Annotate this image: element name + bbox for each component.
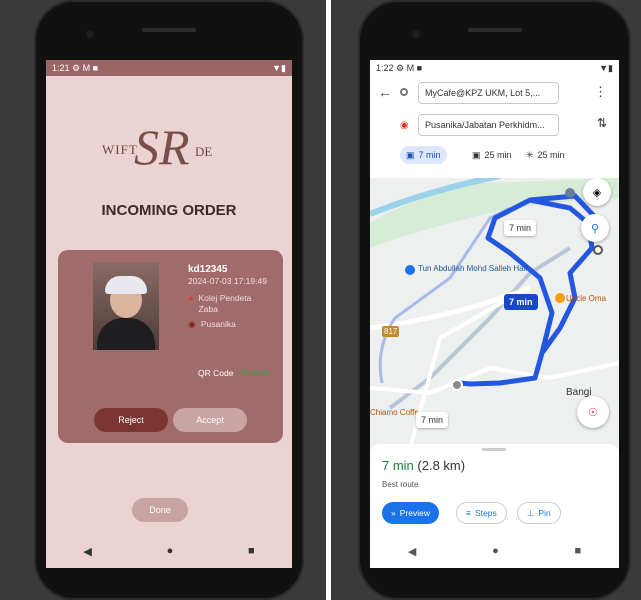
nav-back-icon[interactable]: ◀ [83,545,91,558]
map-label-cafe: Chiamo Coffe [370,408,419,417]
right-panel: 1:22 ⚙ M ■ ▼▮ ← ◉ MyCafe@KPZ UKM, Lot 5,… [331,0,641,600]
system-nav-bar: ◀ ● ■ [46,534,292,568]
dropoff-text: Pusanika [200,319,236,329]
status-signal-icons: ▼▮ [599,62,613,73]
layers-button[interactable]: ◈ [583,178,611,206]
customer-info: kd12345 2024-07-03 17:19:49 [188,264,267,286]
dropoff-location: ◉ Pusanika [188,319,236,330]
screenshot-composite: 1:21 ⚙ M ■ ▼▮ WIFT SR DE INCOMING ORDER … [0,0,641,600]
directions-header: ← ◉ MyCafe@KPZ UKM, Lot 5,... Pusanika/J… [370,76,619,178]
preview-button[interactable]: » Preview [382,502,439,524]
mode-car-label: 7 min [418,150,441,160]
mode-walk-label: 25 min [537,150,565,160]
logo-mark: SR [134,119,190,175]
compass-icon: ☉ [588,406,598,419]
left-panel: 1:21 ⚙ M ■ ▼▮ WIFT SR DE INCOMING ORDER … [0,0,326,600]
nav-back-icon[interactable]: ◀ [408,545,416,558]
order-screen: 1:21 ⚙ M ■ ▼▮ WIFT SR DE INCOMING ORDER … [46,60,292,568]
payment-amount: +RM3.00 [235,368,271,378]
list-icon: ≡ [466,508,471,518]
mode-walk-tab[interactable]: ✳ 25 min [520,146,571,164]
nav-home-icon[interactable]: ● [167,545,174,557]
order-timestamp: 2024-07-03 17:19:49 [188,276,267,286]
car-icon: ▣ [406,149,415,160]
nav-home-icon[interactable]: ● [492,545,499,557]
drag-handle[interactable] [482,448,506,451]
status-bar: 1:21 ⚙ M ■ ▼▮ [46,60,292,76]
status-notification-icons: ⚙ M ■ [396,62,423,73]
destination-input[interactable]: Pusanika/Jabatan Perkhidm... [418,114,559,136]
preview-icon: » [391,508,396,518]
origin-dot-icon [400,88,408,96]
map-label-hall: Tun Abdullah Mohd Salleh Hall [418,264,528,273]
layers-icon: ◈ [592,186,602,199]
camera [86,30,94,38]
customer-avatar [93,262,159,350]
eta-distance: (2.8 km) [417,458,466,473]
pin-label: Pin [538,508,551,518]
pickup-location: ● Kolej Pendeta Zaba [188,293,254,315]
back-arrow-icon[interactable]: ← [378,84,392,100]
best-route-label: Best route [382,480,419,489]
customer-username: kd12345 [188,264,228,275]
status-bar: 1:22 ⚙ M ■ ▼▮ [370,60,619,76]
origin-input[interactable]: MyCafe@KPZ UKM, Lot 5,... [418,82,559,104]
status-time: 1:22 [376,63,394,73]
more-options-icon[interactable]: ⋮ [594,84,607,100]
destination-pin-icon: ◉ [188,319,196,329]
mode-motorbike-tab[interactable]: ▣ 25 min [466,146,518,164]
alt-route-badge[interactable]: 7 min [416,412,449,428]
qr-payment: QR Code +RM3.00 [198,368,271,378]
pin-icon: ⊥ [527,507,535,518]
pin-button[interactable]: ⊥ Pin [517,502,561,524]
selected-route-badge[interactable]: 7 min [504,294,538,310]
steps-label: Steps [474,508,497,518]
status-time: 1:21 [52,63,70,73]
done-button[interactable]: Done [132,498,188,522]
location-pin-icon: ● [188,293,194,303]
speaker [142,28,196,32]
reject-button[interactable]: Reject [94,408,168,432]
steps-button[interactable]: ≡ Steps [456,502,507,524]
pickup-text: Kolej Pendeta Zaba [198,293,252,314]
search-button[interactable]: ⚲ [581,214,609,242]
camera [412,30,420,38]
search-icon: ⚲ [590,222,600,235]
map-label-restaurant: Uncle Oma [566,294,607,303]
status-notification-icons: ⚙ M ■ [72,62,99,73]
preview-label: Preview [399,508,430,518]
speaker [468,28,522,32]
eta-time: 7 min [382,458,414,473]
page-title: INCOMING ORDER [101,202,237,219]
recenter-button[interactable]: ☉ [577,396,609,428]
status-signal-icons: ▼▮ [272,62,286,73]
motorbike-icon: ▣ [472,149,481,160]
right-phone-frame: 1:22 ⚙ M ■ ▼▮ ← ◉ MyCafe@KPZ UKM, Lot 5,… [358,0,631,600]
walk-icon: ✳ [526,149,534,160]
qr-label: QR Code [198,368,234,378]
destination-pin-icon: ◉ [400,120,409,131]
logo-text-right: DE [195,144,213,159]
accept-button[interactable]: Accept [173,408,247,432]
route-time-badge[interactable]: 7 min [504,220,537,236]
mode-car-tab[interactable]: ▣ 7 min [400,146,447,164]
system-nav-bar: ◀ ● ■ [370,534,619,568]
mode-motorbike-label: 25 min [484,150,512,160]
nav-recent-icon[interactable]: ■ [248,545,255,557]
left-phone-frame: 1:21 ⚙ M ■ ▼▮ WIFT SR DE INCOMING ORDER … [34,0,304,600]
app-logo: WIFT SR DE [102,118,232,176]
eta-summary: 7 min (2.8 km) [382,458,465,473]
map-screen: 1:22 ⚙ M ■ ▼▮ ← ◉ MyCafe@KPZ UKM, Lot 5,… [370,60,619,568]
order-card: kd12345 2024-07-03 17:19:49 ● Kolej Pend… [58,250,283,443]
logo-text-left: WIFT [102,142,138,157]
swap-icon[interactable]: ⇅ [597,116,607,130]
road-number: 817 [382,326,400,337]
nav-recent-icon[interactable]: ■ [574,545,581,557]
route-map[interactable]: Tun Abdullah Mohd Salleh Hall Uncle Oma … [370,178,619,448]
